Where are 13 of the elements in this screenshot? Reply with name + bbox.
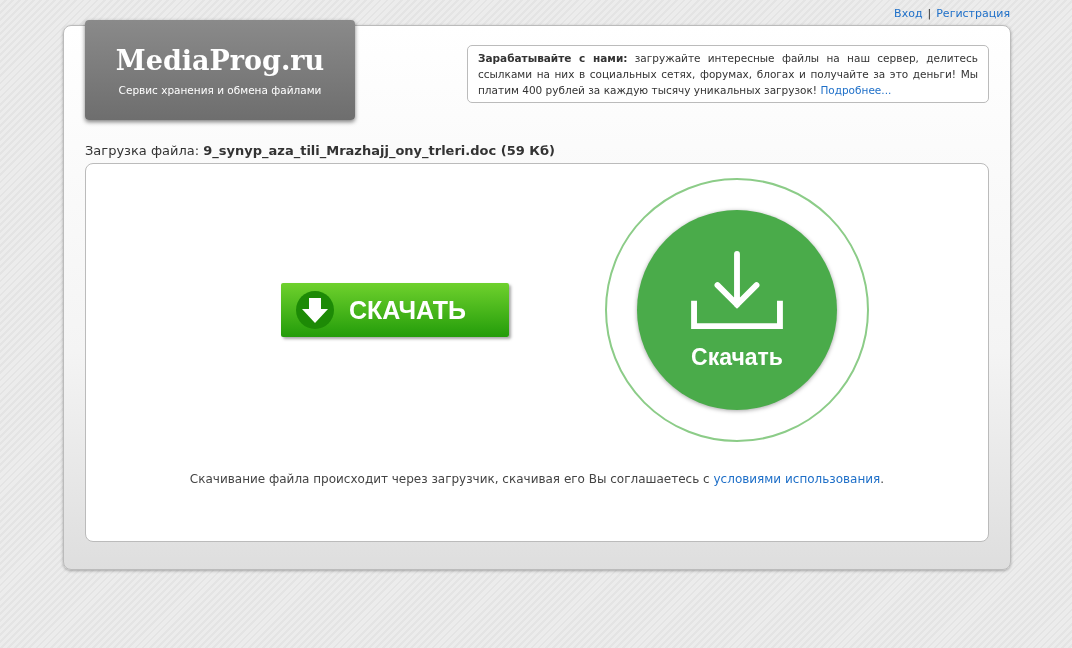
site-tagline: Сервис хранения и обмена файлами xyxy=(118,83,322,96)
separator: | xyxy=(927,6,932,20)
download-button[interactable]: СКАЧАТЬ xyxy=(281,283,509,337)
download-icon xyxy=(688,249,786,332)
more-link[interactable]: Подробнее... xyxy=(820,84,892,96)
login-link[interactable]: Вход xyxy=(894,6,923,20)
promo-text: Зарабатывайте с нами: загружайте интересные файлы на наш сервер, делитесь ссылками на них в социальных сетях, форумах, блогах и получайте за это деньги! Мы платим 400 рублей за каждую тысячу уникальных загрузок! Подробнее... xyxy=(478,51,978,98)
notice-text: Скачивание файла происходит через загрузчик, скачивая его Вы соглашаетесь с условиями использования. xyxy=(189,472,885,486)
logo-banner[interactable]: MediaProg.ru Сервис хранения и обмена файлами xyxy=(85,20,355,120)
download-button[interactable]: Скачать xyxy=(637,210,837,410)
register-link[interactable]: Регистрация xyxy=(936,6,1010,20)
site-title: MediaProg.ru xyxy=(115,44,325,76)
file-heading: Загрузка файла: 9_synyp_aza_tili_Mrazhajj_ony_trleri.doc (59 Кб) xyxy=(85,143,556,161)
